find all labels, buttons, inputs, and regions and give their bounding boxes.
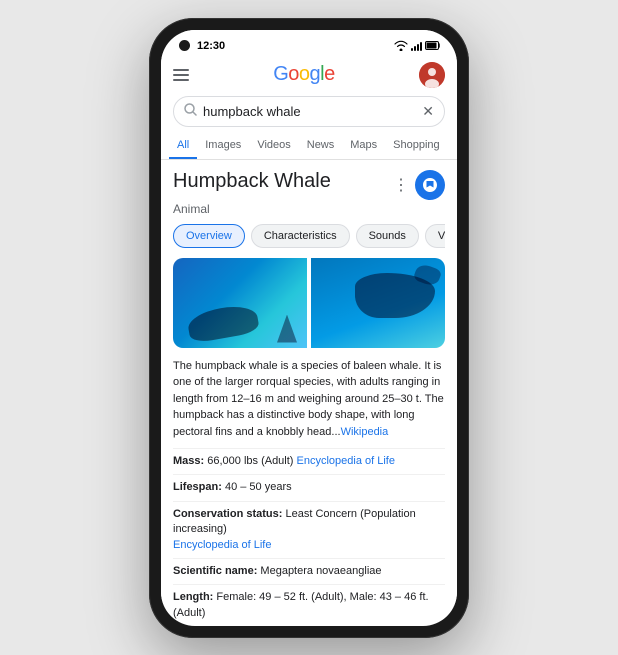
nav-tab-news[interactable]: News xyxy=(299,133,343,159)
hamburger-menu[interactable] xyxy=(173,69,189,81)
search-bar[interactable]: humpback whale ✕ xyxy=(173,96,445,127)
nav-tab-videos[interactable]: Videos xyxy=(249,133,298,159)
wikipedia-link[interactable]: Wikipedia xyxy=(341,426,389,438)
main-content: Google humpback xyxy=(161,56,457,620)
chip-tabs: Overview Characteristics Sounds Videos xyxy=(173,224,445,248)
kp-title: Humpback Whale xyxy=(173,170,331,193)
wifi-icon xyxy=(394,40,408,51)
fact-length: Length: Female: 49 – 52 ft. (Adult), Mal… xyxy=(173,584,445,619)
knowledge-panel: Humpback Whale ⋮ Animal Overview Char xyxy=(161,160,457,620)
chip-overview[interactable]: Overview xyxy=(173,224,245,248)
status-icons xyxy=(394,40,441,51)
kp-description: The humpback whale is a species of balee… xyxy=(173,358,445,441)
phone-screen: 12:30 xyxy=(161,30,457,626)
kp-action-button[interactable] xyxy=(415,170,445,200)
camera-hole xyxy=(179,40,190,51)
clear-search-icon[interactable]: ✕ xyxy=(422,103,434,120)
nav-tab-all[interactable]: All xyxy=(169,133,197,159)
whale-image-2 xyxy=(311,258,445,348)
fact-mass: Mass: 66,000 lbs (Adult) Encyclopedia of… xyxy=(173,448,445,474)
nav-tab-maps[interactable]: Maps xyxy=(342,133,385,159)
eof-link-mass[interactable]: Encyclopedia of Life xyxy=(297,455,395,467)
nav-tab-shopping[interactable]: Shopping xyxy=(385,133,448,159)
fact-lifespan: Lifespan: 40 – 50 years xyxy=(173,474,445,500)
avatar[interactable] xyxy=(419,62,445,88)
fact-scientific-name: Scientific name: Megaptera novaeangliae xyxy=(173,558,445,584)
status-bar: 12:30 xyxy=(161,30,457,56)
nav-tab-images[interactable]: Images xyxy=(197,133,249,159)
chip-characteristics[interactable]: Characteristics xyxy=(251,224,350,248)
kp-action-icons: ⋮ xyxy=(393,170,445,200)
fact-conservation: Conservation status: Least Concern (Popu… xyxy=(173,501,445,558)
whale-images[interactable] xyxy=(173,258,445,348)
chip-videos[interactable]: Videos xyxy=(425,224,445,248)
status-time: 12:30 xyxy=(197,40,225,52)
search-icon xyxy=(184,103,197,119)
save-icon xyxy=(422,177,438,193)
google-logo: Google xyxy=(273,63,335,86)
kp-header: Humpback Whale ⋮ xyxy=(173,170,445,200)
whale-image-1 xyxy=(173,258,307,348)
battery-icon xyxy=(425,41,441,50)
signal-icon xyxy=(411,41,422,51)
search-query: humpback whale xyxy=(203,104,422,119)
eof-link-conservation[interactable]: Encyclopedia of Life xyxy=(173,539,271,551)
google-header: Google xyxy=(161,56,457,92)
nav-tabs: All Images Videos News Maps Shopping xyxy=(161,133,457,160)
kp-subtitle: Animal xyxy=(173,202,445,216)
phone-device: 12:30 xyxy=(149,18,469,638)
more-options-icon[interactable]: ⋮ xyxy=(393,175,409,195)
chip-sounds[interactable]: Sounds xyxy=(356,224,419,248)
